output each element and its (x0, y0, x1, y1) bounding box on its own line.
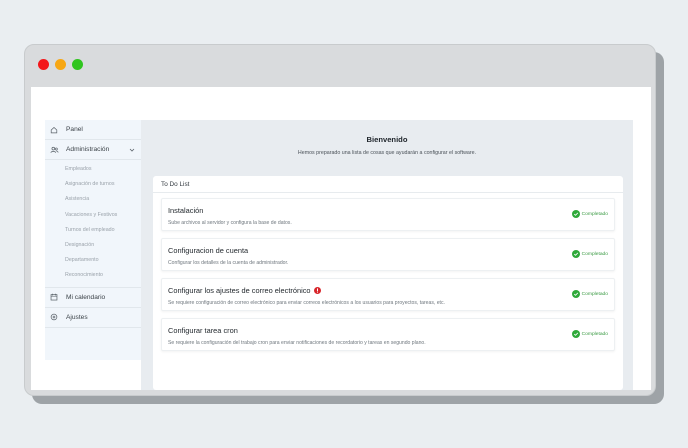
settings-icon (49, 312, 59, 322)
status-text: Completado (581, 331, 608, 337)
status-badge: Completado (571, 330, 608, 338)
app-content: Panel Administración Empleados Asignació… (31, 87, 651, 390)
task-item-configuracion-cuenta[interactable]: Configuracion de cuenta Configurar los d… (161, 238, 615, 271)
page-title: Bienvenido (366, 135, 408, 144)
page-subtitle: Hemos preparado una lista de cosas que a… (297, 150, 477, 156)
submenu-item-asignacion-turnos[interactable]: Asignación de turnos (45, 177, 141, 192)
sidebar-item-mi-calendario[interactable]: Mi calendario (45, 288, 141, 308)
task-item-tarea-cron[interactable]: Configurar tarea cron Se requiere la con… (161, 318, 615, 351)
home-icon (49, 125, 59, 135)
task-title-text: Instalación (168, 206, 204, 215)
calendar-icon (49, 292, 59, 302)
maximize-dot[interactable] (72, 59, 83, 70)
todo-header: To Do List (153, 176, 623, 193)
submenu-item-departamento[interactable]: Departamento (45, 253, 141, 268)
submenu-item-vacaciones[interactable]: Vacaciones y Festivos (45, 208, 141, 223)
main-panel: Bienvenido Hemos preparado una lista de … (141, 120, 633, 390)
status-text: Completado (581, 251, 608, 257)
sidebar-item-label: Mi calendario (66, 293, 106, 301)
submenu-item-turnos-empleado[interactable]: Turnos del empleado (45, 223, 141, 238)
task-title-text: Configurar tarea cron (168, 326, 238, 335)
task-title-text: Configurar los ajustes de correo electró… (168, 286, 311, 295)
sidebar-item-label: Ajustes (66, 313, 88, 321)
todo-card: To Do List Instalación Sube archivos al … (153, 176, 623, 390)
check-circle-icon (571, 330, 580, 338)
sidebar-item-label: Administración (66, 146, 110, 153)
task-description: Se requiere configuración de correo elec… (168, 300, 445, 306)
warning-icon (313, 287, 321, 294)
status-text: Completado (581, 291, 608, 297)
chevron-down-icon (128, 146, 136, 154)
task-item-correo-electronico[interactable]: Configurar los ajustes de correo electró… (161, 278, 615, 311)
submenu-item-designacion[interactable]: Designación (45, 238, 141, 253)
status-badge: Completado (571, 250, 608, 258)
sidebar-item-ajustes[interactable]: Ajustes (45, 308, 141, 328)
submenu-item-empleados[interactable]: Empleados (45, 162, 141, 177)
minimize-dot[interactable] (55, 59, 66, 70)
submenu-item-reconocimiento[interactable]: Reconocimiento (45, 268, 141, 283)
sidebar-item-administracion[interactable]: Administración (45, 140, 141, 160)
status-badge: Completado (571, 290, 608, 298)
task-title: Configurar tarea cron (168, 326, 238, 335)
task-description: Sube archivos al servidor y configura la… (168, 220, 292, 226)
check-circle-icon (571, 250, 580, 258)
users-icon (49, 145, 59, 155)
task-title: Configurar los ajustes de correo electró… (168, 286, 321, 295)
administracion-submenu: Empleados Asignación de turnos Asistenci… (45, 160, 141, 288)
task-description: Configurar los detalles de la cuenta de … (168, 260, 289, 266)
browser-window: Panel Administración Empleados Asignació… (24, 44, 656, 396)
task-description: Se requiere la configuración del trabajo… (168, 340, 426, 346)
status-text: Completado (581, 211, 608, 217)
check-circle-icon (571, 210, 580, 218)
sidebar-item-panel[interactable]: Panel (45, 120, 141, 140)
task-title: Instalación (168, 206, 203, 215)
task-title: Configuracion de cuenta (168, 246, 248, 255)
task-item-instalacion[interactable]: Instalación Sube archivos al servidor y … (161, 198, 615, 231)
task-title-text: Configuracion de cuenta (168, 246, 249, 255)
status-badge: Completado (571, 210, 608, 218)
sidebar-item-label: Panel (66, 126, 83, 133)
sidebar: Panel Administración Empleados Asignació… (45, 120, 141, 360)
check-circle-icon (571, 290, 580, 298)
submenu-item-asistencia[interactable]: Asistencia (45, 192, 141, 207)
task-list: Instalación Sube archivos al servidor y … (153, 193, 623, 351)
close-dot[interactable] (38, 59, 49, 70)
window-controls (38, 59, 83, 70)
